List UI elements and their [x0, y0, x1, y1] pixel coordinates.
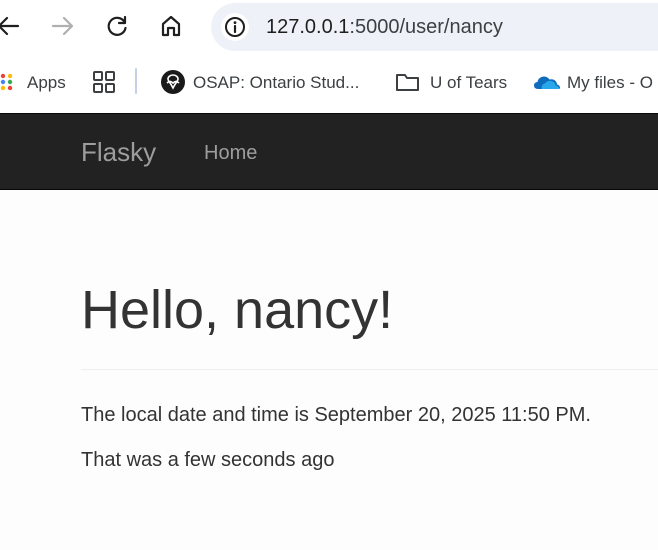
home-icon [161, 15, 181, 37]
bookmark-u-of-tears[interactable]: U of Tears [395, 68, 515, 96]
bookmarks-divider [135, 68, 137, 94]
local-datetime-text: The local date and time is September 20,… [81, 404, 591, 426]
url-text[interactable]: 127.0.0.1:5000/user/nancy [266, 16, 503, 39]
page-title: Hello, nancy! [81, 280, 394, 340]
info-icon [225, 17, 245, 37]
bookmark-apps-label: Apps [27, 73, 66, 92]
bookmark-apps[interactable]: Apps [0, 68, 80, 96]
folder-icon [396, 74, 419, 91]
address-bar[interactable]: 127.0.0.1:5000/user/nancy [211, 3, 658, 51]
onedrive-cloud-icon [534, 76, 560, 89]
arrow-right-icon [51, 16, 74, 36]
home-button[interactable] [153, 8, 189, 44]
ontario-logo-icon [161, 70, 185, 94]
nav-home-link[interactable]: Home [204, 142, 257, 165]
bookmark-u-of-tears-label: U of Tears [430, 73, 508, 92]
site-info-button[interactable] [221, 13, 249, 41]
tab-groups-icon [93, 71, 115, 93]
bookmark-my-files[interactable]: My files - O [533, 68, 658, 96]
app-navbar: Flasky Home [0, 113, 658, 190]
reload-icon [107, 15, 127, 36]
url-host: 127.0.0.1 [266, 16, 350, 38]
url-path: :5000/user/nancy [349, 16, 503, 38]
bookmark-osap-label: OSAP: Ontario Stud... [193, 73, 360, 92]
apps-grid-icon [0, 73, 13, 91]
navbar-brand-link[interactable]: Flasky [81, 137, 156, 168]
bookmarks-bar: Apps OSAP: Ontario Stud... U of Tears My… [0, 54, 658, 113]
tab-groups-button[interactable] [92, 68, 118, 96]
back-button[interactable] [0, 8, 26, 44]
bookmark-osap[interactable]: OSAP: Ontario Stud... [161, 68, 371, 96]
bookmark-my-files-label: My files - O [567, 73, 653, 92]
relative-time-text: That was a few seconds ago [81, 449, 335, 471]
page-header: Hello, nancy! [81, 279, 658, 370]
arrow-left-icon [0, 16, 20, 36]
browser-toolbar: 127.0.0.1:5000/user/nancy [0, 0, 658, 54]
reload-button[interactable] [99, 8, 135, 44]
forward-button[interactable] [45, 8, 81, 44]
